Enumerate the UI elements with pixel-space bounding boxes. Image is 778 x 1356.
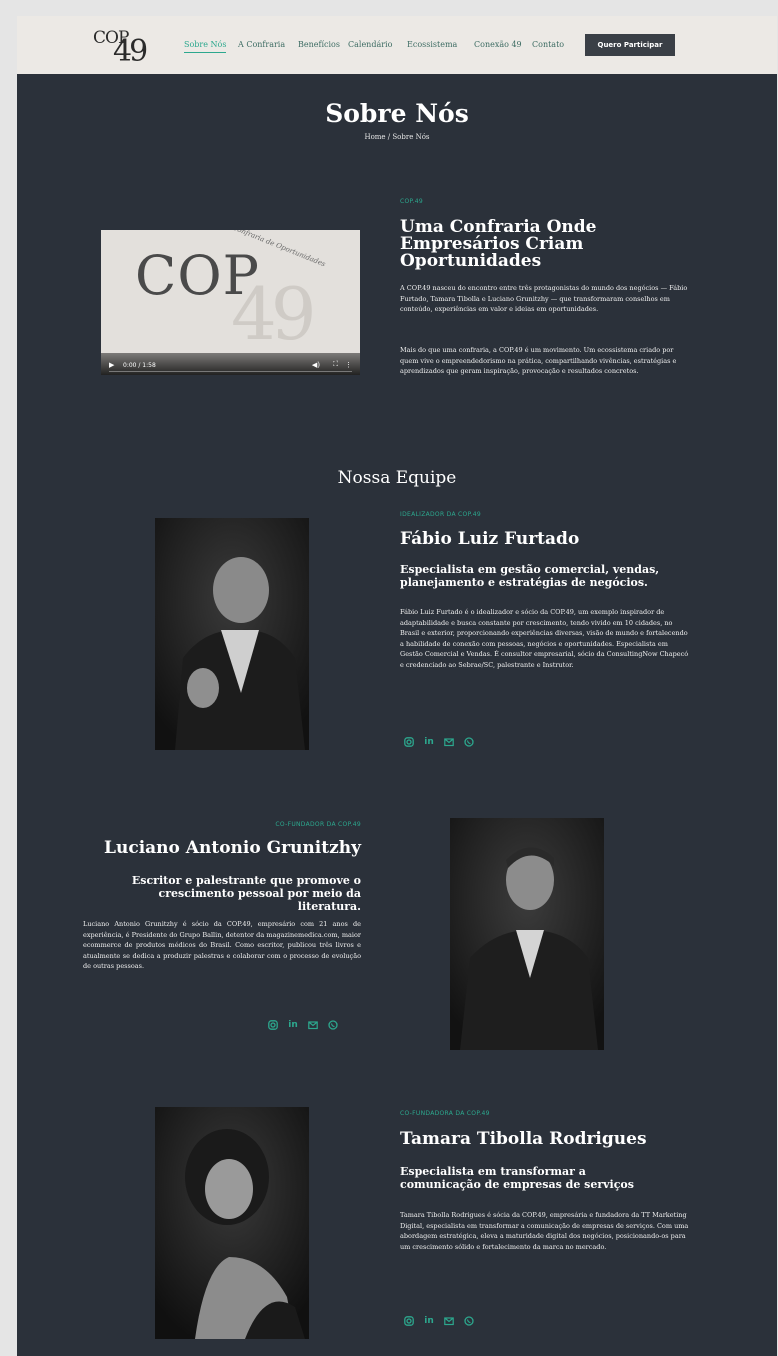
- play-icon[interactable]: ▶: [109, 361, 114, 369]
- linkedin-icon[interactable]: in: [424, 737, 434, 747]
- whatsapp-icon[interactable]: [464, 737, 474, 747]
- cta-button[interactable]: Quero Participar: [585, 34, 675, 56]
- page-title: Sobre Nós: [325, 99, 469, 128]
- member-name: Luciano Antonio Grunitzhy: [104, 838, 361, 858]
- video-brand-number: 49: [231, 272, 317, 356]
- member-subtitle: Especialista em gestão comercial, vendas…: [400, 563, 660, 589]
- fullscreen-icon[interactable]: ⛶: [333, 360, 338, 369]
- member-photo-tamara: [155, 1107, 309, 1339]
- nav-conexao-49[interactable]: Conexão 49: [474, 40, 522, 49]
- video-player[interactable]: COP 49 Confraria de Oportunidades ▶ 0:00…: [101, 230, 360, 375]
- member-social-links: in: [404, 1316, 474, 1326]
- about-paragraph-2: Mais do que uma confraria, a COP.49 é um…: [400, 346, 677, 375]
- nav-beneficios[interactable]: Benefícios: [298, 40, 340, 49]
- email-icon[interactable]: [444, 1316, 454, 1326]
- member-name: Tamara Tibolla Rodrigues: [400, 1129, 647, 1149]
- instagram-icon[interactable]: [404, 737, 414, 747]
- member-photo-fabio: [155, 518, 309, 750]
- member-role: CO-FUNDADOR DA COP.49: [275, 821, 361, 828]
- logo[interactable]: COP 49: [91, 22, 151, 70]
- member-social-links: in: [268, 1020, 338, 1030]
- nav-ecossistema[interactable]: Ecossistema: [407, 40, 457, 49]
- about-title: Uma Confraria Onde Empresários Criam Opo…: [400, 217, 597, 271]
- volume-icon[interactable]: ◀): [312, 361, 320, 369]
- linkedin-icon[interactable]: in: [288, 1020, 298, 1030]
- member-subtitle: Especialista em transformar a comunicaçã…: [400, 1165, 634, 1191]
- nav-calendario[interactable]: Calendário: [348, 40, 392, 49]
- video-time: 0:00 / 1:58: [123, 362, 156, 369]
- member-bio: Tamara Tibolla Rodrigues é sócia da COP.…: [400, 1211, 689, 1251]
- team-section-title: Nossa Equipe: [337, 468, 457, 488]
- breadcrumb[interactable]: Home / Sobre Nós: [17, 133, 777, 141]
- member-role: IDEALIZADOR DA COP.49: [400, 511, 481, 518]
- page-frame: COP 49 Sobre Nós A Confraria Benefícios …: [17, 16, 777, 1356]
- member-subtitle: Escritor e palestrante que promove o cre…: [131, 874, 361, 913]
- member-bio: Luciano Antonio Grunitzhy é sócio da COP…: [83, 920, 361, 970]
- email-icon[interactable]: [308, 1020, 318, 1030]
- about-eyebrow: COP.49: [400, 198, 423, 205]
- logo-number: 49: [113, 34, 148, 69]
- nav-contato[interactable]: Contato: [532, 40, 564, 49]
- member-bio: Fábio Luiz Furtado é o idealizador e sóc…: [400, 608, 689, 669]
- nav-a-confraria[interactable]: A Confraria: [238, 40, 285, 49]
- nav-sobre-nos[interactable]: Sobre Nós: [184, 40, 227, 53]
- member-photo-luciano: [450, 818, 604, 1050]
- instagram-icon[interactable]: [404, 1316, 414, 1326]
- about-paragraph-1: A COP.49 nasceu do encontro entre três p…: [400, 284, 688, 313]
- whatsapp-icon[interactable]: [464, 1316, 474, 1326]
- more-options-icon[interactable]: ⋮: [345, 361, 352, 369]
- linkedin-icon[interactable]: in: [424, 1316, 434, 1326]
- email-icon[interactable]: [444, 737, 454, 747]
- member-name: Fábio Luiz Furtado: [400, 529, 580, 549]
- member-social-links: in: [404, 737, 474, 747]
- instagram-icon[interactable]: [268, 1020, 278, 1030]
- video-progress-bar[interactable]: [109, 370, 352, 372]
- member-role: CO-FUNDADORA DA COP.49: [400, 1110, 490, 1117]
- site-header: COP 49 Sobre Nós A Confraria Benefícios …: [17, 16, 777, 74]
- whatsapp-icon[interactable]: [328, 1020, 338, 1030]
